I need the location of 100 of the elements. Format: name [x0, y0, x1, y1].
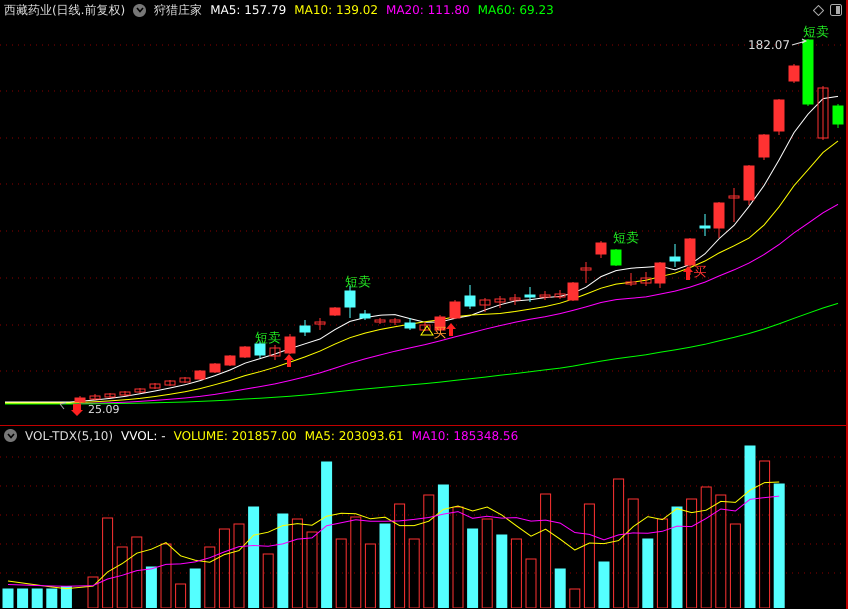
volume-bar: [510, 538, 522, 608]
volume-bar: [554, 568, 566, 608]
candlestick: [714, 202, 724, 238]
volume-bar: [17, 588, 28, 608]
candlestick: [554, 290, 566, 300]
signal-label: 短卖: [345, 275, 371, 290]
candlestick: [832, 104, 844, 128]
signal-label: 买: [694, 265, 706, 280]
candlestick: [240, 346, 250, 358]
moving-average-value: MA60: 69.23: [478, 3, 554, 17]
volume-bar: [32, 588, 43, 608]
candlestick: [670, 244, 680, 268]
candlestick: [684, 238, 696, 276]
marker-icon: [71, 404, 83, 416]
candlestick: [640, 272, 652, 286]
candlestick: [464, 284, 476, 310]
volume-bar: [190, 568, 201, 608]
candlestick: [120, 390, 130, 396]
candlestick: [610, 248, 622, 266]
volume-bar: [2, 588, 14, 608]
indicator-name: VOL-TDX(5,10): [25, 428, 114, 442]
candlestick: [210, 362, 220, 374]
moving-average-value: MA20: 111.80: [386, 3, 470, 17]
price-label: 182.07: [748, 38, 790, 52]
candlestick: [524, 286, 536, 302]
volume-value: MA10: 185348.56: [412, 428, 518, 442]
left-arrow-icon: [60, 402, 66, 410]
up-arrow-icon: [683, 266, 693, 280]
volume-bar: [146, 566, 157, 608]
candlestick: [540, 290, 550, 300]
candlestick: [774, 98, 784, 136]
stock-title: 西藏药业(日线.前复权): [4, 2, 126, 18]
volume-bar: [204, 546, 216, 608]
volume-bar: [642, 538, 654, 608]
candlestick: [626, 272, 636, 286]
up-arrow-icon: [446, 323, 456, 336]
signal-label: 短卖: [803, 25, 829, 40]
candlestick: [802, 38, 814, 106]
volume-bar: [408, 538, 420, 608]
candlestick: [374, 318, 386, 324]
candlestick: [150, 382, 160, 390]
candlestick: [74, 396, 86, 404]
candlestick: [270, 344, 280, 360]
candlestick: [224, 354, 236, 366]
candlestick: [390, 318, 400, 326]
volume-bar: [336, 538, 347, 608]
candlestick: [360, 310, 370, 320]
volume-bar: [160, 544, 172, 608]
candlestick: [90, 394, 100, 400]
volume-bar: [569, 588, 580, 608]
diamond-icon[interactable]: [813, 4, 824, 16]
volume-bar: [175, 584, 186, 608]
candlestick: [104, 392, 116, 398]
candlestick: [284, 334, 296, 354]
candlestick: [654, 262, 666, 288]
candlestick: [180, 376, 190, 384]
candlestick: [744, 164, 754, 206]
candlestick: [194, 370, 206, 380]
candlestick: [728, 188, 740, 222]
dropdown-icon[interactable]: [4, 429, 17, 442]
signal-label: 短卖: [613, 231, 639, 246]
signal-label: 短卖: [255, 331, 281, 346]
candlestick: [344, 286, 356, 318]
volume-value: MA5: 203093.61: [304, 428, 404, 442]
price-label: 25.09: [88, 403, 120, 416]
up-arrow-icon: [284, 354, 294, 367]
dropdown-icon[interactable]: [133, 4, 146, 16]
volume-bar: [131, 536, 142, 608]
volume-bar: [526, 558, 536, 608]
candlestick: [818, 86, 828, 140]
moving-average-value: MA10: 139.02: [294, 3, 378, 17]
volume-bar: [60, 586, 72, 608]
volume-value: VOLUME: 201857.00: [174, 428, 297, 442]
candlestick: [510, 294, 520, 306]
leader-line: [792, 38, 808, 46]
volume-bar: [598, 562, 610, 608]
volume-bar: [262, 554, 274, 608]
signal-label: 买: [434, 326, 446, 341]
volume-bar: [364, 544, 376, 608]
volume-value: VVOL: -: [121, 428, 166, 442]
candlestick: [788, 64, 800, 84]
candlestick: [580, 262, 592, 284]
candlestick: [568, 282, 578, 302]
candlestick: [404, 318, 416, 330]
panel-toggle-icon[interactable]: [830, 4, 842, 16]
candlestick: [330, 306, 340, 316]
volume-bar: [46, 588, 58, 608]
candlestick: [134, 388, 146, 394]
triangle-icon: [420, 325, 434, 336]
volume-bar: [88, 576, 98, 608]
candlestick: [494, 296, 506, 308]
candlestick: [758, 134, 770, 160]
candlestick: [314, 318, 326, 330]
volume-bar: [116, 546, 128, 608]
candlestick: [480, 298, 490, 312]
indicator-name: 狩猎庄家: [154, 2, 202, 18]
candlestick: [300, 320, 310, 336]
candlestick: [596, 240, 606, 258]
candlestick: [450, 300, 460, 320]
candlestick: [420, 322, 430, 332]
